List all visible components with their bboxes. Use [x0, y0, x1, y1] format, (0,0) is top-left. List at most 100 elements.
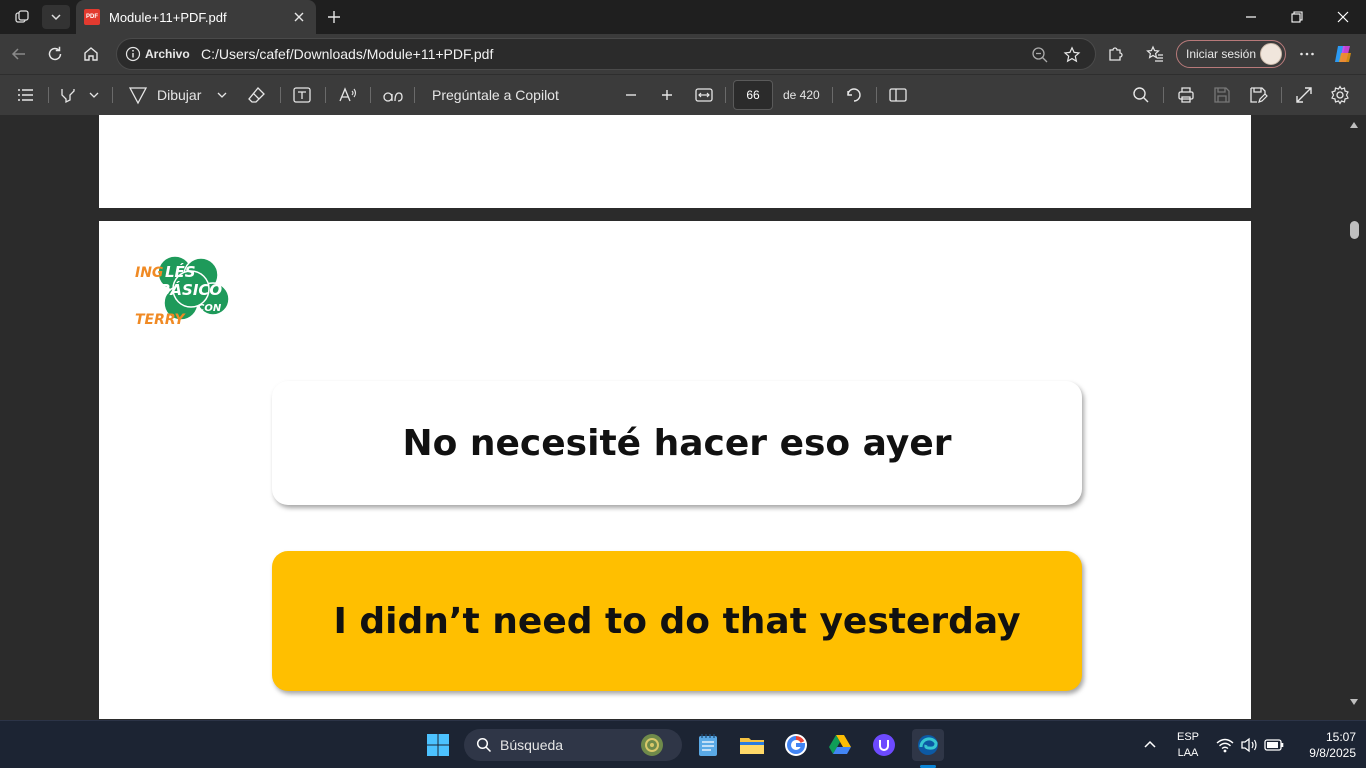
toolbar-divider: [280, 87, 281, 103]
toolbar-divider: [370, 87, 371, 103]
translate-icon[interactable]: [382, 83, 404, 107]
windows-start-icon[interactable]: [422, 729, 454, 761]
spanish-sentence: No necesité hacer eso ayer: [402, 422, 952, 464]
save-as-icon[interactable]: [1248, 83, 1268, 107]
print-icon[interactable]: [1176, 83, 1196, 107]
save-icon[interactable]: [1212, 83, 1232, 107]
toolbar-divider: [832, 87, 833, 103]
file-explorer-icon[interactable]: [736, 729, 768, 761]
show-hidden-icons-chevron-up-icon[interactable]: [1134, 729, 1166, 761]
draw-chevron-down-icon[interactable]: [216, 83, 228, 107]
zoom-in-plus-icon[interactable]: [658, 83, 676, 107]
toolbar-divider: [1281, 87, 1282, 103]
toolbar-divider: [325, 87, 326, 103]
highlight-marker-icon[interactable]: [58, 83, 78, 107]
draw-button[interactable]: Dibujar: [128, 83, 201, 107]
rotate-icon[interactable]: [844, 83, 864, 107]
highlight-chevron-down-icon[interactable]: [88, 83, 100, 107]
svg-text:CON: CON: [197, 303, 222, 314]
add-text-icon[interactable]: [292, 83, 312, 107]
close-window-icon[interactable]: [1320, 0, 1366, 34]
sign-in-button[interactable]: Iniciar sesión: [1176, 40, 1286, 68]
google-drive-icon[interactable]: [824, 729, 856, 761]
notepad-icon[interactable]: [692, 729, 724, 761]
google-chrome-icon[interactable]: [780, 729, 812, 761]
favorites-list-icon[interactable]: [1140, 39, 1170, 69]
toolbar-divider: [876, 87, 877, 103]
toolbar-divider: [725, 87, 726, 103]
clock-date[interactable]: 9/8/2025: [1290, 746, 1356, 760]
search-icon: [476, 737, 492, 753]
taskbar-search-box[interactable]: Búsqueda: [464, 729, 682, 761]
ask-copilot-button[interactable]: Pregúntale a Copilot: [432, 83, 559, 107]
url-text[interactable]: C:/Users/cafef/Downloads/Module+11+PDF.p…: [201, 46, 493, 62]
site-info-icon[interactable]: [125, 46, 141, 62]
windows-taskbar: Búsqueda ESP LAA 15:07 9/8/2025: [0, 720, 1366, 768]
file-scheme-label: Archivo: [145, 47, 190, 61]
input-language-bottom[interactable]: LAA: [1172, 747, 1204, 759]
battery-icon[interactable]: [1264, 738, 1284, 752]
toolbar-divider: [414, 87, 415, 103]
tab-close-icon[interactable]: [288, 6, 310, 28]
fullscreen-expand-icon[interactable]: [1294, 83, 1314, 107]
vertical-scrollbar[interactable]: [1344, 115, 1366, 719]
toolbar-divider: [48, 87, 49, 103]
pdf-favicon-icon: PDF: [84, 9, 100, 25]
fit-width-icon[interactable]: [694, 83, 714, 107]
back-arrow-icon[interactable]: [4, 39, 34, 69]
clock-time[interactable]: 15:07: [1290, 730, 1356, 744]
ingles-basico-con-terry-logo: ING LÉS BÁSICO CON TERRY: [135, 251, 235, 327]
extensions-puzzle-icon[interactable]: [1100, 39, 1130, 69]
draw-label: Dibujar: [157, 87, 202, 103]
navigation-bar: Archivo C:/Users/cafef/Downloads/Module+…: [0, 34, 1366, 74]
previous-page: [99, 115, 1251, 208]
svg-text:ING: ING: [135, 265, 163, 281]
svg-text:LÉS: LÉS: [165, 262, 196, 281]
eraser-icon[interactable]: [247, 83, 267, 107]
sign-in-label: Iniciar sesión: [1186, 47, 1257, 61]
contents-list-icon[interactable]: [16, 83, 36, 107]
find-search-icon[interactable]: [1131, 83, 1151, 107]
address-bar[interactable]: Archivo C:/Users/cafef/Downloads/Module+…: [116, 38, 1096, 70]
svg-text:TERRY: TERRY: [135, 312, 186, 327]
wifi-icon[interactable]: [1216, 737, 1234, 753]
browser-tab[interactable]: PDF Module+11+PDF.pdf: [76, 0, 316, 34]
pdf-toolbar: Dibujar Pregúntale a Copilot 66 de 420: [0, 74, 1366, 115]
search-highlight-icon: [641, 734, 663, 756]
pdf-viewer[interactable]: ING LÉS BÁSICO CON TERRY No necesité hac…: [0, 115, 1366, 719]
toolbar-divider: [1163, 87, 1164, 103]
new-tab-plus-icon[interactable]: [320, 5, 348, 29]
svg-text:BÁSICO: BÁSICO: [159, 280, 222, 299]
zoom-out-minus-icon[interactable]: [622, 83, 640, 107]
input-language-top[interactable]: ESP: [1172, 731, 1204, 743]
favorite-star-icon[interactable]: [1063, 46, 1081, 64]
copilot-icon[interactable]: [1328, 39, 1358, 69]
minimize-icon[interactable]: [1228, 0, 1274, 34]
page-view-icon[interactable]: [888, 83, 908, 107]
tab-actions-chevron-down-icon[interactable]: [42, 5, 70, 29]
profile-avatar: [1260, 43, 1282, 65]
ask-copilot-label: Pregúntale a Copilot: [432, 87, 559, 103]
current-page: ING LÉS BÁSICO CON TERRY No necesité hac…: [99, 221, 1251, 719]
scroll-down-arrow-icon[interactable]: [1349, 698, 1359, 706]
page-number-input[interactable]: 66: [733, 80, 773, 110]
volume-icon[interactable]: [1240, 737, 1258, 753]
workspaces-icon[interactable]: [8, 5, 36, 29]
proton-vpn-icon[interactable]: [868, 729, 900, 761]
tab-title: Module+11+PDF.pdf: [109, 9, 227, 25]
read-aloud-icon[interactable]: [338, 83, 358, 107]
settings-gear-icon[interactable]: [1330, 83, 1350, 107]
home-icon[interactable]: [76, 39, 106, 69]
title-bar: PDF Module+11+PDF.pdf: [0, 0, 1366, 34]
restore-icon[interactable]: [1274, 0, 1320, 34]
page-total-label: de 420: [783, 88, 820, 102]
more-options-icon[interactable]: [1292, 39, 1322, 69]
search-placeholder: Búsqueda: [500, 737, 564, 753]
refresh-icon[interactable]: [40, 39, 70, 69]
english-sentence-card: I didn’t need to do that yesterday: [272, 551, 1082, 691]
microsoft-edge-icon[interactable]: [912, 729, 944, 761]
scrollbar-thumb[interactable]: [1350, 221, 1359, 239]
scroll-up-arrow-icon[interactable]: [1349, 121, 1359, 129]
spanish-sentence-card: No necesité hacer eso ayer: [272, 381, 1082, 505]
zoom-out-icon[interactable]: [1031, 46, 1049, 64]
